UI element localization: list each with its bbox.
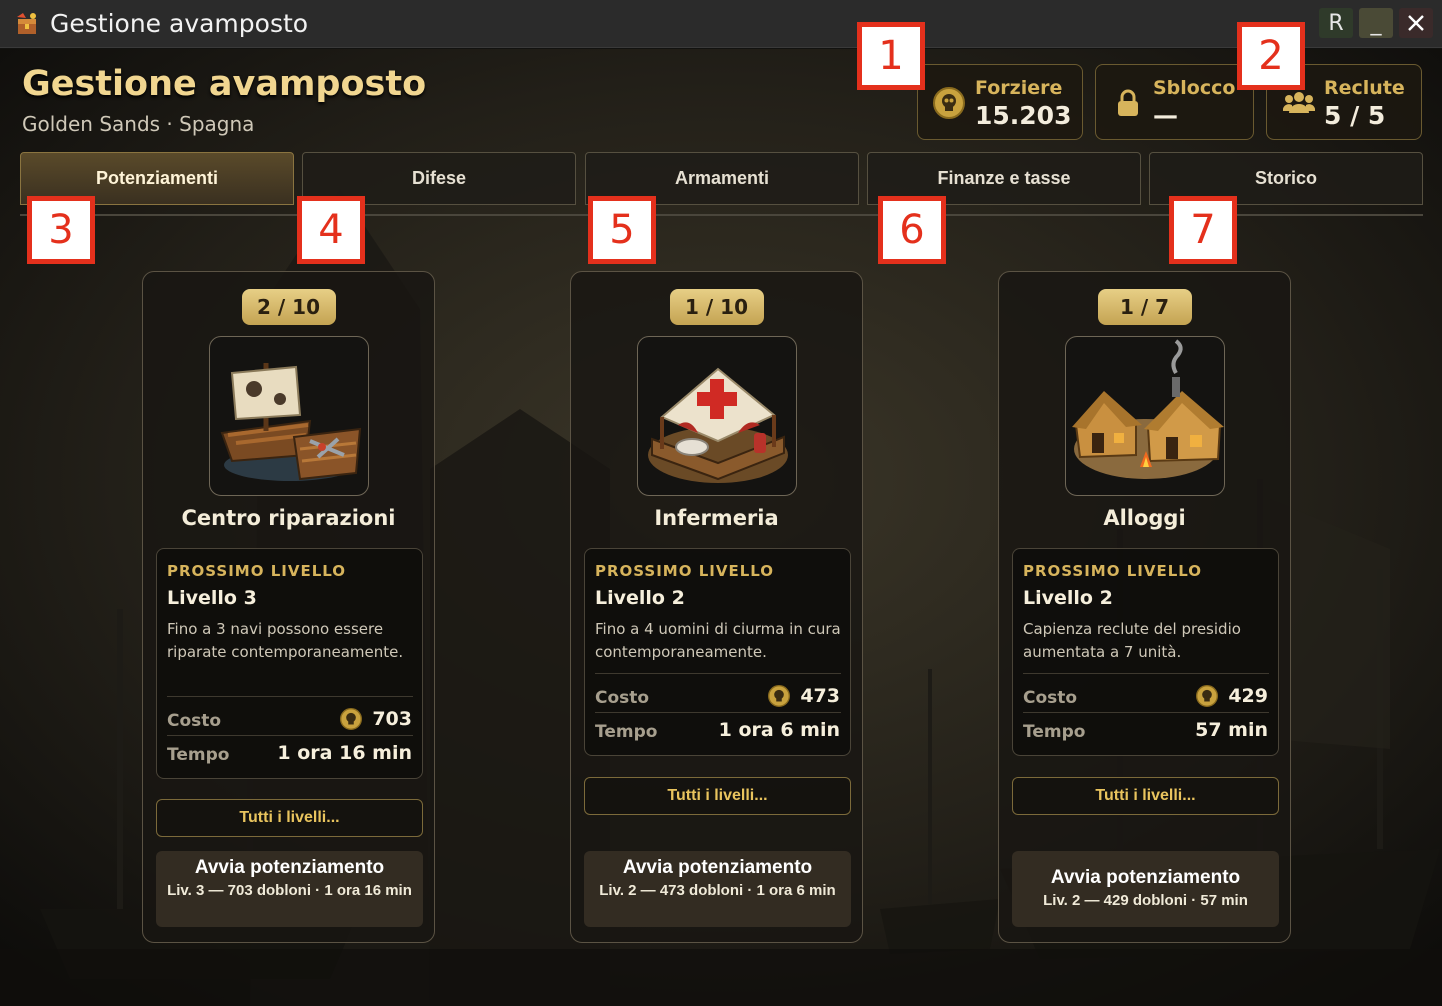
time-label: Tempo <box>595 722 658 742</box>
skull-coin-icon <box>1196 685 1219 707</box>
callout-marker-2: 2 <box>1237 22 1305 90</box>
lodging-huts-icon <box>1064 336 1225 496</box>
cost-value: 473 <box>800 685 840 707</box>
ship-repair-icon <box>208 336 369 496</box>
r-button[interactable]: R <box>1319 8 1353 38</box>
next-level-panel: PROSSIMO LIVELLO Livello 2 Capienza recl… <box>1012 548 1279 756</box>
time-value: 1 ora 6 min <box>718 719 840 741</box>
unlock-value: — <box>1153 101 1178 130</box>
chest-stat: Forziere 15.203 <box>917 64 1083 140</box>
close-icon <box>1408 15 1424 31</box>
row-divider <box>1023 712 1269 713</box>
time-value: 57 min <box>1195 719 1268 741</box>
start-upgrade-label: Avvia potenziamento <box>194 857 385 878</box>
cost-value: 429 <box>1228 685 1268 707</box>
start-upgrade-detail: Liv. 2 — 473 dobloni · 1 ora 6 min <box>599 882 836 899</box>
location-subtitle: Golden Sands · Spagna <box>22 112 255 136</box>
callout-marker-3: 3 <box>27 196 95 264</box>
callout-marker-4: 4 <box>297 196 365 264</box>
skull-coin-icon <box>340 708 363 730</box>
next-level-description: Fino a 3 navi possono essere riparate co… <box>167 620 404 661</box>
callout-marker-5: 5 <box>588 196 656 264</box>
level-badge: 2 / 10 <box>241 289 336 325</box>
recruits-label: Reclute <box>1324 77 1405 99</box>
cost-label: Costo <box>595 688 650 708</box>
users-icon <box>1283 92 1315 113</box>
next-level-kicker: PROSSIMO LIVELLO <box>167 562 347 580</box>
start-upgrade-button[interactable]: Avvia potenziamento Liv. 3 — 703 dobloni… <box>156 851 423 927</box>
building-name: Centro riparazioni <box>181 506 396 530</box>
next-level-panel: PROSSIMO LIVELLO Livello 2 Fino a 4 uomi… <box>584 548 851 756</box>
callout-marker-7: 7 <box>1169 196 1237 264</box>
start-upgrade-label: Avvia potenziamento <box>622 857 813 878</box>
callout-marker-6: 6 <box>878 196 946 264</box>
recruits-value: 5 / 5 <box>1324 101 1386 130</box>
row-divider <box>1023 673 1269 674</box>
row-divider <box>595 712 841 713</box>
window-title: Gestione avamposto <box>50 9 309 38</box>
next-level-title: Livello 3 <box>167 587 257 609</box>
next-level-kicker: PROSSIMO LIVELLO <box>1023 562 1203 580</box>
skull-coin-icon <box>933 87 965 119</box>
level-badge: 1 / 10 <box>669 289 764 325</box>
time-value: 1 ora 16 min <box>277 742 412 764</box>
start-upgrade-detail: Liv. 3 — 703 dobloni · 1 ora 16 min <box>167 882 412 899</box>
cost-value-row: 429 <box>1196 685 1268 707</box>
lock-icon <box>1118 89 1138 116</box>
next-level-title: Livello 2 <box>595 587 685 609</box>
time-label: Tempo <box>167 745 230 765</box>
chest-label: Forziere <box>975 77 1063 99</box>
start-upgrade-button[interactable]: Avvia potenziamento Liv. 2 — 473 dobloni… <box>584 851 851 927</box>
close-button[interactable] <box>1399 8 1433 38</box>
all-levels-button[interactable]: Tutti i livelli... <box>1012 777 1279 815</box>
level-badge: 1 / 7 <box>1097 289 1192 325</box>
row-divider <box>167 696 413 697</box>
next-level-kicker: PROSSIMO LIVELLO <box>595 562 775 580</box>
cost-value-row: 473 <box>768 685 840 707</box>
next-level-description: Fino a 4 uomini di ciurma in cura contem… <box>595 620 841 661</box>
skull-coin-icon <box>768 685 791 707</box>
infirmary-tent-icon <box>636 336 797 496</box>
unlock-stat: Sblocco — <box>1095 64 1254 140</box>
next-level-panel: PROSSIMO LIVELLO Livello 3 Fino a 3 navi… <box>156 548 423 779</box>
callout-marker-1: 1 <box>857 22 925 90</box>
window-titlebar: Gestione avamposto R _ <box>0 0 1442 48</box>
time-label: Tempo <box>1023 722 1086 742</box>
building-name: Infermeria <box>654 506 779 530</box>
all-levels-button[interactable]: Tutti i livelli... <box>156 799 423 837</box>
row-divider <box>167 735 413 736</box>
building-card-centro-riparazioni: 2 / 10 Centro riparazioni PROSSIMO LIVEL… <box>142 271 435 943</box>
next-level-title: Livello 2 <box>1023 587 1113 609</box>
row-divider <box>595 673 841 674</box>
building-name: Alloggi <box>1103 506 1186 530</box>
cost-value-row: 703 <box>340 708 412 730</box>
start-upgrade-detail: Liv. 2 — 429 dobloni · 57 min <box>1043 892 1248 909</box>
cost-value: 703 <box>372 708 412 730</box>
cost-label: Costo <box>167 711 222 731</box>
start-upgrade-label: Avvia potenziamento <box>1050 867 1241 888</box>
building-card-alloggi: 1 / 7 Alloggi PROSSIMO LIVELLO Livello 2… <box>998 271 1291 943</box>
all-levels-button[interactable]: Tutti i livelli... <box>584 777 851 815</box>
treasure-chest-icon <box>17 13 36 34</box>
building-card-infermeria: 1 / 10 Infermeria PROSSIMO LIVELLO Livel… <box>570 271 863 943</box>
minimize-button[interactable]: _ <box>1359 8 1393 38</box>
next-level-description: Capienza reclute del presidio aumentata … <box>1023 620 1241 661</box>
cost-label: Costo <box>1023 688 1078 708</box>
page-title: Gestione avamposto <box>22 64 427 104</box>
unlock-label: Sblocco <box>1153 77 1236 99</box>
start-upgrade-button[interactable]: Avvia potenziamento Liv. 2 — 429 dobloni… <box>1012 851 1279 927</box>
chest-value: 15.203 <box>975 101 1072 130</box>
